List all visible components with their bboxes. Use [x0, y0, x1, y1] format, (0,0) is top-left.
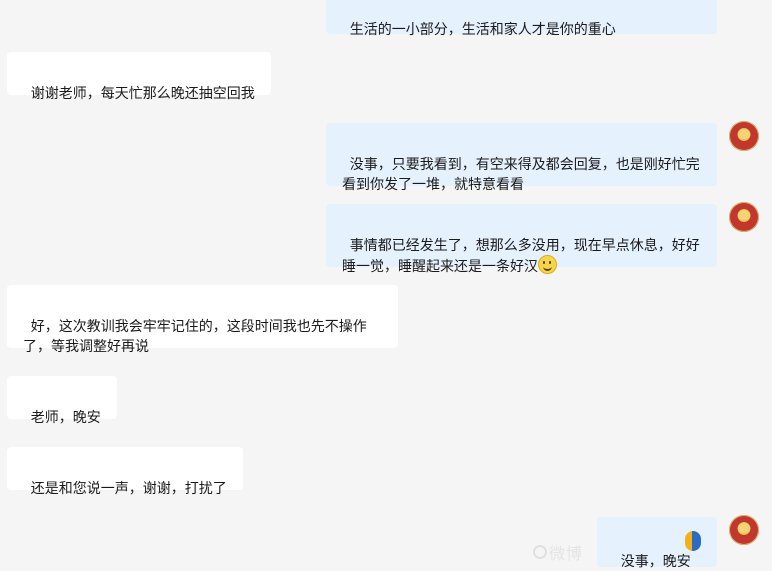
message-bubble-sent: 生活的一小部分，生活和家人才是你的重心 — [326, 0, 717, 37]
message-bubble-received: 还是和您说一声，谢谢，打扰了 — [7, 447, 243, 496]
watermark-text: 微博 — [549, 546, 584, 563]
message-text: 老师，晚安 — [30, 409, 101, 425]
message-text: 事情都已经发生了，想那么多没用，现在早点休息，好好睡一觉，睡醒起来还是一条好汉 — [342, 237, 700, 274]
avatar[interactable] — [729, 202, 759, 232]
message-text: 好，这次教训我会牢牢记住的，这段时间我也先不操作了，等我调整好再说 — [23, 318, 367, 354]
message-bubble-received: 好，这次教训我会牢牢记住的，这段时间我也先不操作了，等我调整好再说 — [7, 285, 398, 354]
avatar[interactable] — [729, 515, 759, 545]
weibo-logo-icon — [533, 545, 547, 559]
emoji-badge-icon — [685, 531, 701, 551]
watermark: 微博 — [533, 540, 583, 564]
message-text: 没事，晚安 — [620, 553, 691, 569]
message-text: 还是和您说一声，谢谢，打扰了 — [30, 480, 227, 496]
smile-emoji-icon — [538, 255, 557, 274]
message-bubble-sent: 事情都已经发生了，想那么多没用，现在早点休息，好好睡一觉，睡醒起来还是一条好汉 — [326, 204, 717, 274]
message-bubble-sent: 没事，只要我看到，有空来得及都会回复，也是刚好忙完看到你发了一堆，就特意看看 — [326, 123, 717, 192]
message-text: 谢谢老师，每天忙那么晚还抽空回我 — [30, 85, 255, 101]
message-text: 没事，只要我看到，有空来得及都会回复，也是刚好忙完看到你发了一堆，就特意看看 — [342, 156, 700, 192]
avatar[interactable] — [729, 121, 759, 151]
message-text: 生活的一小部分，生活和家人才是你的重心 — [349, 21, 616, 37]
message-bubble-received: 老师，晚安 — [7, 376, 117, 425]
message-bubble-received: 谢谢老师，每天忙那么晚还抽空回我 — [7, 52, 271, 101]
